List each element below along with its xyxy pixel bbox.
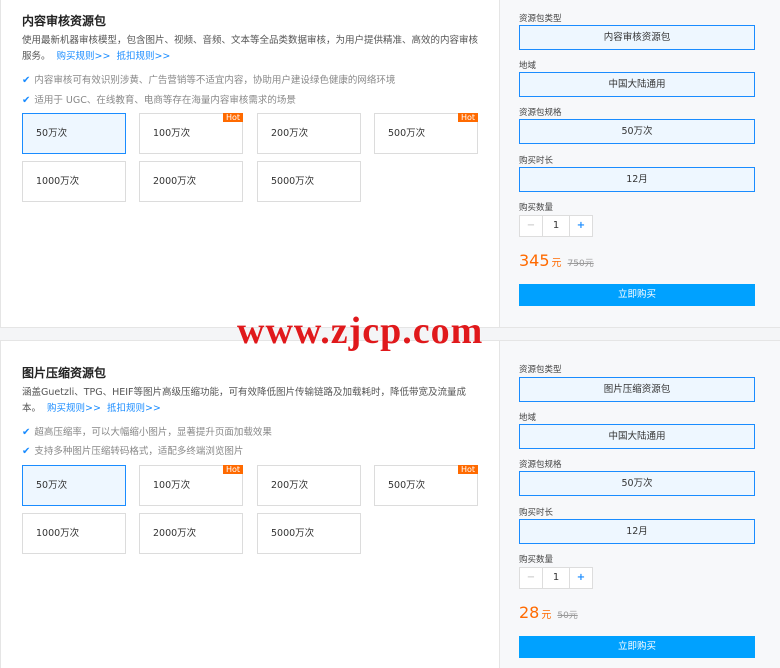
- check-icon: ✔: [22, 427, 31, 438]
- buy-now-button[interactable]: 立即购买: [519, 284, 755, 306]
- price-unit: 元: [541, 610, 552, 621]
- option-label: 500万次: [388, 480, 426, 491]
- feature-text: 超高压缩率，可以大幅缩小图片，显著提升页面加载效果: [34, 427, 272, 438]
- package-description: 使用最新机器审核模型，包含图片、视频、音频、文本等全品类数据审核，为用户提供精准…: [22, 33, 482, 65]
- option-label: 200万次: [271, 128, 309, 139]
- option-label: 1000万次: [36, 176, 80, 187]
- current-price: 28: [519, 603, 540, 622]
- package-type-field[interactable]: 图片压缩资源包: [519, 377, 755, 402]
- original-price: 750元: [567, 259, 594, 269]
- spec-field[interactable]: 50万次: [519, 471, 755, 496]
- price-unit: 元: [551, 258, 562, 269]
- spec-label: 资源包规格: [519, 108, 562, 118]
- deduction-rules-link[interactable]: 抵扣规则>>: [107, 403, 161, 414]
- check-icon: ✔: [22, 446, 31, 457]
- purchase-rules-link[interactable]: 购买规则>>: [57, 51, 111, 62]
- spec-option-100w[interactable]: 100万次 Hot: [139, 113, 243, 154]
- quantity-decrement-button[interactable]: −: [520, 216, 542, 236]
- spec-label: 资源包规格: [519, 460, 562, 470]
- spec-field[interactable]: 50万次: [519, 119, 755, 144]
- spec-option-500w[interactable]: 500万次 Hot: [374, 465, 478, 506]
- region-field[interactable]: 中国大陆通用: [519, 72, 755, 97]
- duration-field[interactable]: 12月: [519, 167, 755, 192]
- feature-item: ✔ 适用于 UGC、在线教育、电商等存在海量内容审核需求的场景: [22, 92, 296, 106]
- feature-item: ✔ 超高压缩率，可以大幅缩小图片，显著提升页面加载效果: [22, 424, 272, 438]
- buy-now-button[interactable]: 立即购买: [519, 636, 755, 658]
- quantity-increment-button[interactable]: +: [570, 216, 592, 236]
- spec-option-1000w[interactable]: 1000万次: [22, 161, 126, 202]
- option-label: 100万次: [153, 480, 191, 491]
- price-display: 28 元 50元: [519, 603, 578, 622]
- option-label: 2000万次: [153, 176, 197, 187]
- hot-badge: Hot: [457, 113, 478, 122]
- option-label: 100万次: [153, 128, 191, 139]
- spec-option-500w[interactable]: 500万次 Hot: [374, 113, 478, 154]
- option-label: 500万次: [388, 128, 426, 139]
- duration-field[interactable]: 12月: [519, 519, 755, 544]
- package-info-panel: 内容审核资源包 使用最新机器审核模型，包含图片、视频、音频、文本等全品类数据审核…: [1, 0, 499, 327]
- purchase-form-panel: 资源包类型 内容审核资源包 地域 中国大陆通用 资源包规格 50万次 购买时长 …: [499, 0, 780, 327]
- spec-option-2000w[interactable]: 2000万次: [139, 161, 243, 202]
- quantity-decrement-button[interactable]: −: [520, 568, 542, 588]
- option-label: 5000万次: [271, 176, 315, 187]
- duration-label: 购买时长: [519, 156, 554, 166]
- deduction-rules-link[interactable]: 抵扣规则>>: [116, 51, 170, 62]
- feature-text: 适用于 UGC、在线教育、电商等存在海量内容审核需求的场景: [34, 95, 296, 106]
- current-price: 345: [519, 251, 550, 270]
- option-label: 50万次: [36, 480, 68, 491]
- spec-option-100w[interactable]: 100万次 Hot: [139, 465, 243, 506]
- quantity-input[interactable]: 1: [542, 568, 570, 588]
- quantity-input[interactable]: 1: [542, 216, 570, 236]
- hot-badge: Hot: [222, 465, 243, 474]
- quantity-stepper: − 1 +: [519, 567, 593, 589]
- duration-label: 购买时长: [519, 508, 554, 518]
- image-compress-package-card: 图片压缩资源包 涵盖Guetzli、TPG、HEIF等图片高级压缩功能，可有效降…: [0, 340, 780, 668]
- check-icon: ✔: [22, 75, 31, 86]
- package-type-field[interactable]: 内容审核资源包: [519, 25, 755, 50]
- spec-option-2000w[interactable]: 2000万次: [139, 513, 243, 554]
- hot-badge: Hot: [222, 113, 243, 122]
- spec-option-5000w[interactable]: 5000万次: [257, 513, 361, 554]
- spec-option-200w[interactable]: 200万次: [257, 113, 361, 154]
- quantity-label: 购买数量: [519, 555, 554, 565]
- feature-text: 内容审核可有效识别涉黄、广告营销等不适宜内容，协助用户建设绿色健康的网络环境: [34, 75, 396, 86]
- content-audit-package-card: 内容审核资源包 使用最新机器审核模型，包含图片、视频、音频、文本等全品类数据审核…: [0, 0, 780, 328]
- package-type-label: 资源包类型: [519, 365, 562, 375]
- feature-item: ✔ 内容审核可有效识别涉黄、广告营销等不适宜内容，协助用户建设绿色健康的网络环境: [22, 72, 395, 86]
- quantity-increment-button[interactable]: +: [570, 568, 592, 588]
- spec-option-50w[interactable]: 50万次: [22, 113, 126, 154]
- original-price: 50元: [557, 611, 578, 621]
- option-label: 50万次: [36, 128, 68, 139]
- option-label: 2000万次: [153, 528, 197, 539]
- package-title: 内容审核资源包: [22, 14, 107, 28]
- feature-item: ✔ 支持多种图片压缩转码格式，适配多终端浏览图片: [22, 443, 243, 457]
- purchase-rules-link[interactable]: 购买规则>>: [47, 403, 101, 414]
- spec-option-1000w[interactable]: 1000万次: [22, 513, 126, 554]
- spec-option-5000w[interactable]: 5000万次: [257, 161, 361, 202]
- option-label: 1000万次: [36, 528, 80, 539]
- spec-option-200w[interactable]: 200万次: [257, 465, 361, 506]
- feature-text: 支持多种图片压缩转码格式，适配多终端浏览图片: [34, 446, 244, 457]
- option-label: 200万次: [271, 480, 309, 491]
- package-title: 图片压缩资源包: [22, 366, 107, 380]
- region-field[interactable]: 中国大陆通用: [519, 424, 755, 449]
- hot-badge: Hot: [457, 465, 478, 474]
- package-type-label: 资源包类型: [519, 14, 562, 24]
- quantity-stepper: − 1 +: [519, 215, 593, 237]
- region-label: 地域: [519, 413, 537, 423]
- region-label: 地域: [519, 61, 537, 71]
- price-display: 345 元 750元: [519, 251, 594, 270]
- purchase-form-panel: 资源包类型 图片压缩资源包 地域 中国大陆通用 资源包规格 50万次 购买时长 …: [499, 341, 780, 668]
- package-info-panel: 图片压缩资源包 涵盖Guetzli、TPG、HEIF等图片高级压缩功能，可有效降…: [1, 341, 499, 668]
- package-description: 涵盖Guetzli、TPG、HEIF等图片高级压缩功能，可有效降低图片传输链路及…: [22, 385, 482, 417]
- spec-option-50w[interactable]: 50万次: [22, 465, 126, 506]
- option-label: 5000万次: [271, 528, 315, 539]
- quantity-label: 购买数量: [519, 203, 554, 213]
- check-icon: ✔: [22, 95, 31, 106]
